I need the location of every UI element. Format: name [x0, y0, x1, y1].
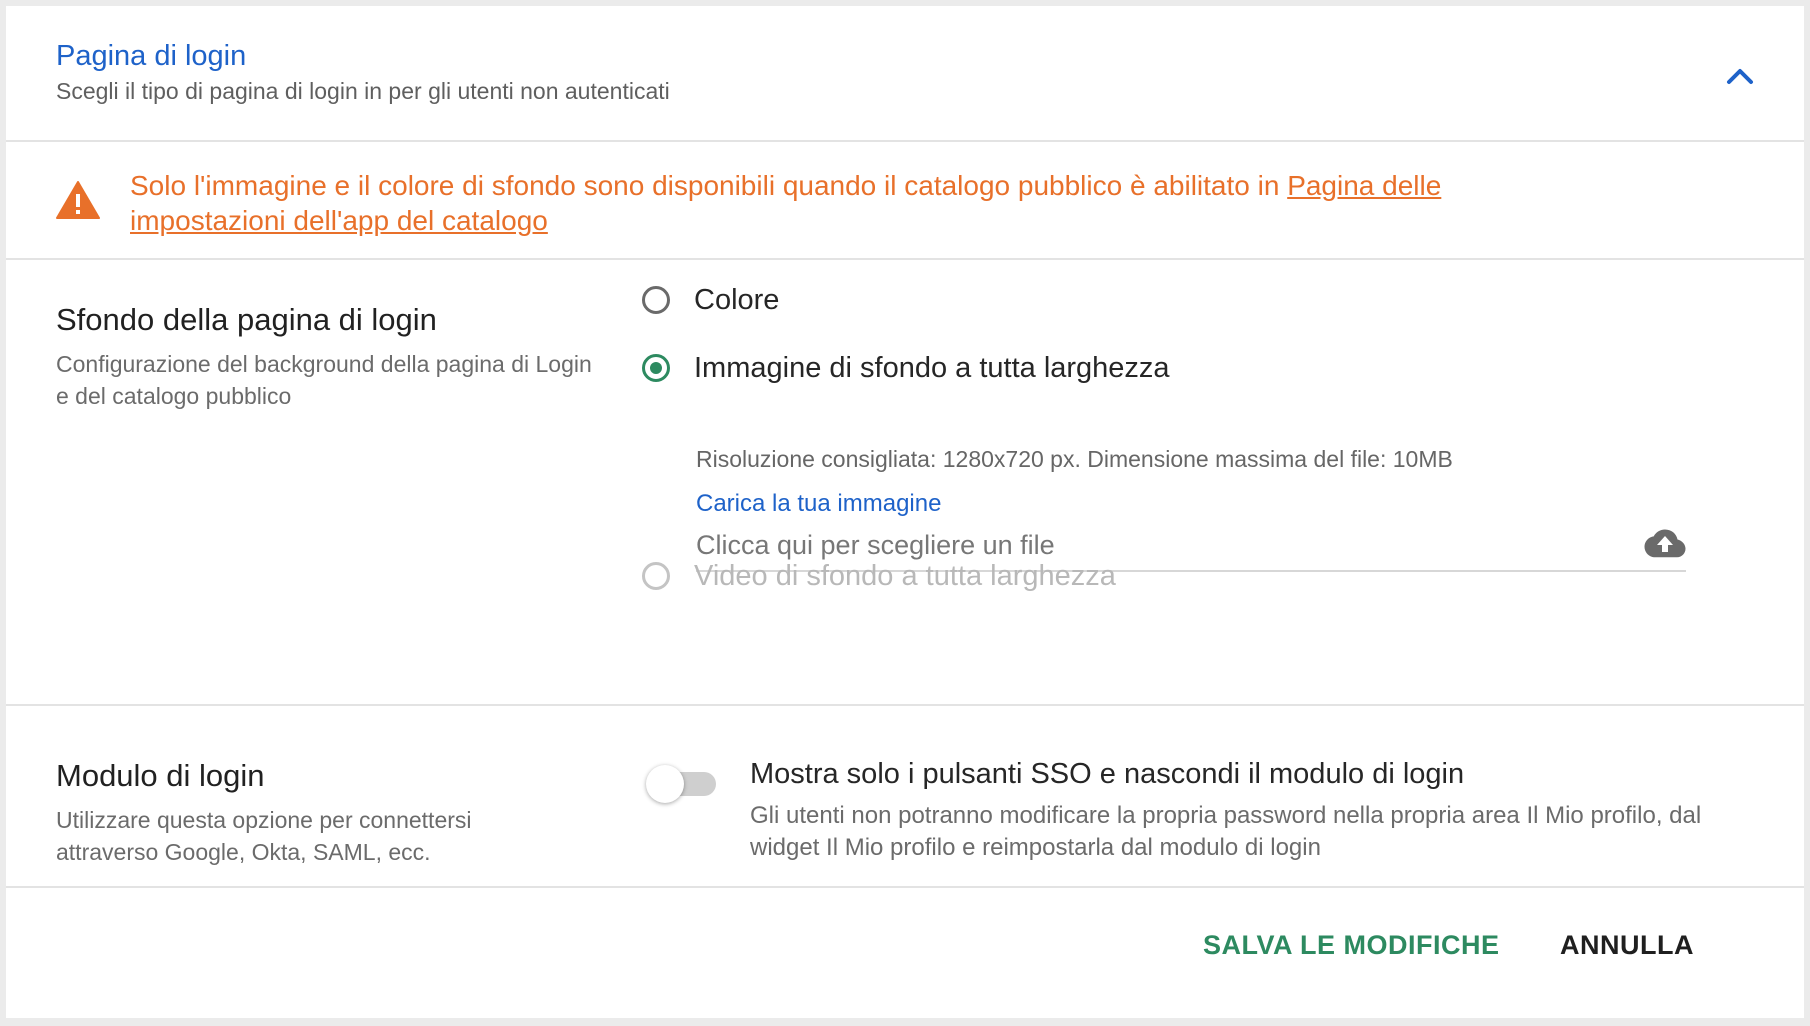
radio-option-image[interactable]: Immagine di sfondo a tutta larghezza	[642, 348, 1170, 388]
section-subtitle: Scegli il tipo di pagina di login in per…	[56, 78, 670, 104]
login-form-section-description: Utilizzare questa opzione per connetters…	[56, 807, 472, 865]
toggle-description: Gli utenti non potranno modificare la pr…	[750, 802, 1702, 861]
radio-option-video[interactable]: Video di sfondo a tutta larghezza	[642, 556, 1116, 596]
chevron-up-icon	[1727, 69, 1753, 84]
warning-triangle-icon	[56, 181, 100, 219]
section-header[interactable]: Pagina di login Scegli il tipo di pagina…	[6, 6, 1804, 142]
warning-message: Solo l'immagine e il colore di sfondo so…	[130, 170, 1288, 201]
radio-button[interactable]	[642, 286, 670, 314]
background-section-title: Sfondo della pagina di login	[56, 302, 437, 337]
sso-only-toggle[interactable]	[646, 764, 720, 804]
cancel-button[interactable]: ANNULLA	[1560, 930, 1694, 961]
warning-banner: Solo l'immagine e il colore di sfondo so…	[6, 142, 1804, 260]
toggle-thumb	[646, 765, 684, 803]
login-page-settings-card: Pagina di login Scegli il tipo di pagina…	[6, 6, 1804, 1018]
login-form-section-title: Modulo di login	[56, 758, 265, 793]
radio-button-disabled[interactable]	[642, 562, 670, 590]
save-button[interactable]: SALVA LE MODIFICHE	[1203, 930, 1500, 961]
cloud-upload-icon[interactable]	[1644, 528, 1686, 558]
upload-label: Carica la tua immagine	[696, 490, 942, 517]
section-title: Pagina di login	[56, 40, 247, 72]
upload-hint: Risoluzione consigliata: 1280x720 px. Di…	[696, 446, 1453, 472]
radio-label: Immagine di sfondo a tutta larghezza	[694, 351, 1170, 384]
warning-text: Solo l'immagine e il colore di sfondo so…	[130, 168, 1590, 238]
radio-label: Video di sfondo a tutta larghezza	[694, 559, 1116, 592]
background-section: Sfondo della pagina di login Configurazi…	[6, 260, 1804, 706]
radio-label: Colore	[694, 283, 780, 316]
login-form-section: Modulo di login Utilizzare questa opzion…	[6, 706, 1804, 888]
radio-button-checked[interactable]	[642, 354, 670, 382]
radio-option-color[interactable]: Colore	[642, 280, 779, 320]
toggle-title: Mostra solo i pulsanti SSO e nascondi il…	[750, 758, 1465, 790]
collapse-button[interactable]	[1716, 52, 1764, 100]
background-section-description: Configurazione del background della pagi…	[56, 351, 592, 409]
